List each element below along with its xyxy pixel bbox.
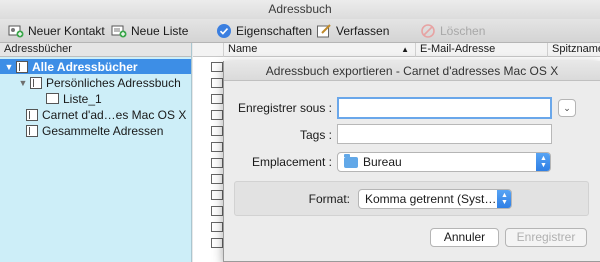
- contact-card-icon: [211, 174, 223, 184]
- delete-icon: [420, 23, 436, 39]
- save-button[interactable]: Enregistrer: [505, 228, 587, 247]
- cancel-button[interactable]: Annuler: [430, 228, 499, 247]
- addressbook-icon: [30, 76, 42, 89]
- addressbook-sidebar: Adressbücher ▼ Alle Adressbücher ▼ Persö…: [0, 43, 192, 262]
- addressbook-icon: [16, 60, 28, 73]
- toolbar: Neuer Kontakt Neue Liste Eigenschaften V…: [0, 19, 600, 43]
- column-name[interactable]: Name ▲: [223, 43, 415, 57]
- location-popup[interactable]: Bureau ▲ ▼: [337, 152, 551, 172]
- delete-label: Löschen: [440, 24, 486, 38]
- sidebar-item-label: Alle Adressbücher: [32, 59, 138, 74]
- compose-button[interactable]: Verfassen: [316, 22, 389, 40]
- new-list-label: Neue Liste: [131, 24, 189, 38]
- tags-field[interactable]: [337, 124, 552, 144]
- new-contact-label: Neuer Kontakt: [28, 24, 105, 38]
- contact-card-icon: [211, 78, 223, 88]
- dialog-title: Adressbuch exportieren - Carnet d'adress…: [224, 61, 600, 81]
- column-email[interactable]: E-Mail-Adresse: [415, 43, 547, 57]
- format-popup[interactable]: Komma getrennt (Syst… ▲ ▼: [358, 189, 512, 209]
- new-list-button[interactable]: Neue Liste: [111, 22, 188, 40]
- contact-card-icon: [211, 206, 223, 216]
- format-label: Format:: [308, 192, 350, 206]
- sidebar-item-label: Liste_1: [63, 91, 102, 106]
- save-as-label: Enregistrer sous :: [237, 101, 332, 115]
- delete-button[interactable]: Löschen: [420, 22, 485, 40]
- sidebar-item-label: Persönliches Adressbuch: [46, 75, 181, 90]
- sidebar-item-label: Carnet d'ad…es Mac OS X: [42, 107, 187, 122]
- check-circle-icon: [216, 23, 232, 39]
- contact-card-icon: [211, 238, 223, 248]
- sort-ascending-icon: ▲: [401, 45, 409, 54]
- mailing-list-icon: [46, 93, 59, 104]
- expand-browser-button[interactable]: ⌄: [558, 99, 576, 117]
- format-options-box: Format: Komma getrennt (Syst… ▲ ▼: [234, 181, 589, 216]
- contact-card-icon: [211, 62, 223, 72]
- sidebar-item-liste-1[interactable]: Liste_1: [0, 91, 102, 106]
- sidebar-header: Adressbücher: [0, 43, 191, 57]
- contact-card-icon: [211, 142, 223, 152]
- new-contact-button[interactable]: Neuer Kontakt: [8, 22, 105, 40]
- chevron-down-icon: ⌄: [563, 102, 571, 113]
- window-title: Adressbuch: [0, 0, 600, 19]
- sidebar-item-mac-os-x[interactable]: Carnet d'ad…es Mac OS X: [0, 107, 186, 122]
- folder-icon: [344, 153, 358, 168]
- disclosure-triangle-icon[interactable]: ▼: [4, 62, 14, 72]
- disclosure-triangle-icon[interactable]: ▼: [18, 78, 28, 88]
- contact-card-icon: [211, 190, 223, 200]
- addressbook-icon: [26, 124, 38, 137]
- addressbook-icon: [26, 108, 38, 121]
- properties-button[interactable]: Eigenschaften: [216, 22, 312, 40]
- sidebar-item-label: Gesammelte Adressen: [42, 123, 164, 138]
- properties-label: Eigenschaften: [236, 24, 313, 38]
- sidebar-item-all-addressbooks[interactable]: ▼ Alle Adressbücher: [0, 59, 191, 74]
- tags-label: Tags :: [299, 128, 332, 142]
- column-nickname[interactable]: Spitzname: [547, 43, 600, 57]
- contact-card-icon: [211, 126, 223, 136]
- compose-icon: [316, 23, 332, 39]
- contact-card-icon: [211, 158, 223, 168]
- save-as-field[interactable]: [337, 97, 552, 119]
- contact-card-icon: [211, 94, 223, 104]
- sidebar-item-collected[interactable]: Gesammelte Adressen: [0, 123, 163, 138]
- contact-card-icon: [211, 110, 223, 120]
- new-contact-icon: [8, 23, 24, 39]
- popup-arrows-icon: ▲ ▼: [536, 153, 550, 171]
- popup-arrows-icon: ▲ ▼: [497, 190, 511, 208]
- export-dialog: Adressbuch exportieren - Carnet d'adress…: [223, 61, 600, 262]
- sidebar-item-personal[interactable]: ▼ Persönliches Adressbuch: [0, 75, 181, 90]
- new-list-icon: [111, 23, 127, 39]
- location-label: Emplacement :: [251, 155, 332, 169]
- compose-label: Verfassen: [336, 24, 390, 38]
- contact-card-icon: [211, 222, 223, 232]
- column-header: Name ▲ E-Mail-Adresse Spitzname: [193, 43, 600, 57]
